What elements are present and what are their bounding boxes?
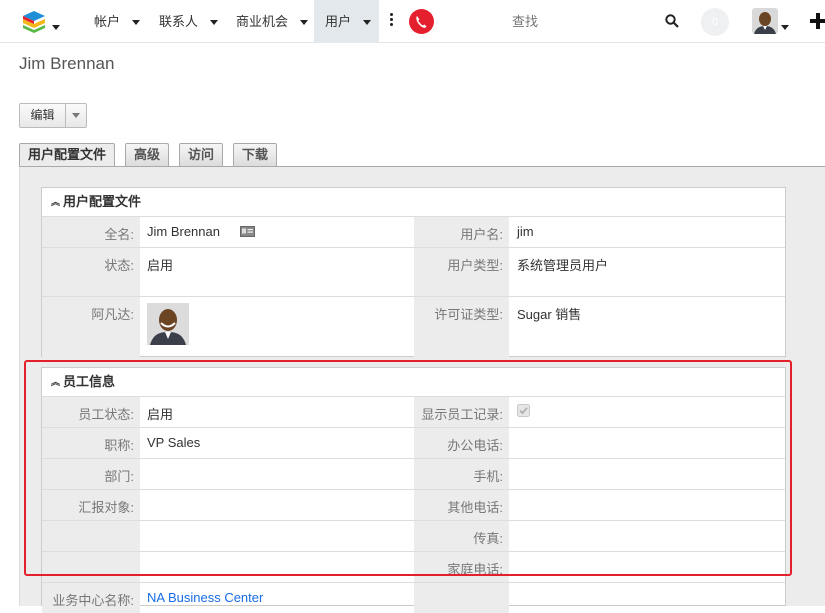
sugar-cube-logo-icon[interactable] (22, 10, 46, 34)
search-input[interactable] (512, 9, 657, 34)
nav-contacts-label: 联系人 (159, 14, 199, 29)
status-row: 状态: 启用 用户类型: 系统管理员用户 (42, 247, 785, 296)
chevron-down-icon (72, 113, 80, 118)
avatar-label: 阿凡达: (42, 297, 140, 357)
full-name-label: 全名: (42, 217, 140, 247)
panel-header[interactable]: ︽ 用户配置文件 (42, 188, 785, 216)
user-avatar[interactable] (752, 8, 778, 34)
user-type-label: 用户类型: (414, 248, 509, 296)
tab-advanced[interactable]: 高级 (125, 143, 170, 166)
license-type-label: 许可证类型: (414, 297, 509, 357)
tab-user-profile[interactable]: 用户配置文件 (19, 143, 116, 167)
panel-title: 用户配置文件 (63, 194, 142, 209)
search-icon[interactable] (665, 14, 679, 28)
business-center-label: 业务中心名称: (42, 583, 140, 613)
chevron-down-icon[interactable] (300, 20, 309, 26)
business-center-link[interactable]: NA Business Center (147, 583, 263, 605)
vcard-icon[interactable] (239, 226, 255, 237)
highlight-box (24, 360, 792, 576)
nav-users[interactable]: 用户 (314, 0, 379, 43)
full-name-row: 全名: Jim Brennan 用户名: jim (42, 216, 785, 247)
chevron-down-icon[interactable] (363, 20, 372, 26)
username-label: 用户名: (414, 217, 509, 247)
edit-button[interactable]: 编辑 (20, 104, 66, 127)
avatar-row: 阿凡达: 许可证类型: Sugar 销售 (42, 296, 785, 357)
phone-icon[interactable] (409, 9, 434, 34)
nav-opportunities[interactable]: 商业机会 (236, 0, 309, 43)
full-name-value: Jim Brennan (147, 217, 255, 239)
tab-access[interactable]: 访问 (179, 143, 224, 166)
tab-downloads[interactable]: 下载 (233, 143, 278, 166)
nav-contacts[interactable]: 联系人 (159, 0, 219, 43)
notification-count: 0 (711, 16, 719, 28)
status-value: 启用 (147, 258, 174, 273)
chevron-down-icon[interactable] (132, 20, 141, 26)
nav-accounts-label: 帐户 (94, 14, 121, 29)
notifications-badge[interactable]: 0 (701, 8, 729, 36)
edit-button-group: 编辑 (19, 103, 87, 128)
chevron-down-icon[interactable] (210, 20, 219, 26)
business-center-row: 业务中心名称: NA Business Center (42, 582, 785, 613)
top-nav: 帐户 联系人 商业机会 用户 0 (0, 0, 825, 43)
edit-actions-dropdown[interactable] (66, 104, 86, 127)
page-title: Jim Brennan (19, 54, 115, 73)
status-label: 状态: (42, 248, 140, 296)
logo-menu-caret-icon[interactable] (52, 18, 60, 33)
license-type-value: Sugar 销售 (517, 307, 582, 322)
more-menu-icon[interactable] (390, 13, 394, 29)
user-profile-panel: ︽ 用户配置文件 全名: Jim Brennan 用户名: jim 状态: 启用 … (41, 187, 786, 357)
avatar-image (147, 297, 189, 348)
nav-opportunities-label: 商业机会 (236, 14, 289, 29)
user-menu-caret-icon[interactable] (781, 18, 789, 33)
nav-users-label: 用户 (325, 14, 352, 29)
username-value: jim (517, 224, 534, 239)
quick-create-plus-icon[interactable] (810, 12, 825, 30)
user-type-value: 系统管理员用户 (517, 258, 609, 273)
empty-label-cell (414, 583, 509, 613)
full-name-text: Jim Brennan (147, 224, 220, 239)
collapse-icon[interactable]: ︽ (51, 188, 60, 216)
nav-accounts[interactable]: 帐户 (94, 0, 141, 43)
